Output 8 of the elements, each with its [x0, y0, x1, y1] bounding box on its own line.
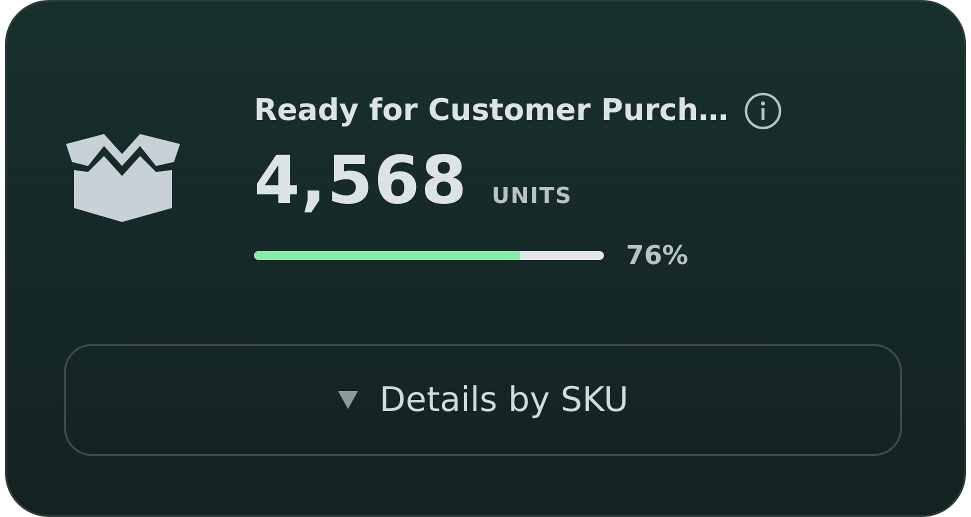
info-icon[interactable] [744, 92, 782, 130]
box-icon [64, 132, 182, 224]
caret-icon [337, 389, 360, 411]
details-button[interactable]: Details by SKU [64, 344, 902, 456]
card-title: Ready for Customer Purch… [254, 93, 728, 128]
unit-count: 4,568 [254, 142, 468, 218]
progress-percent: 76% [626, 240, 688, 270]
unit-label: UNITS [492, 184, 572, 208]
